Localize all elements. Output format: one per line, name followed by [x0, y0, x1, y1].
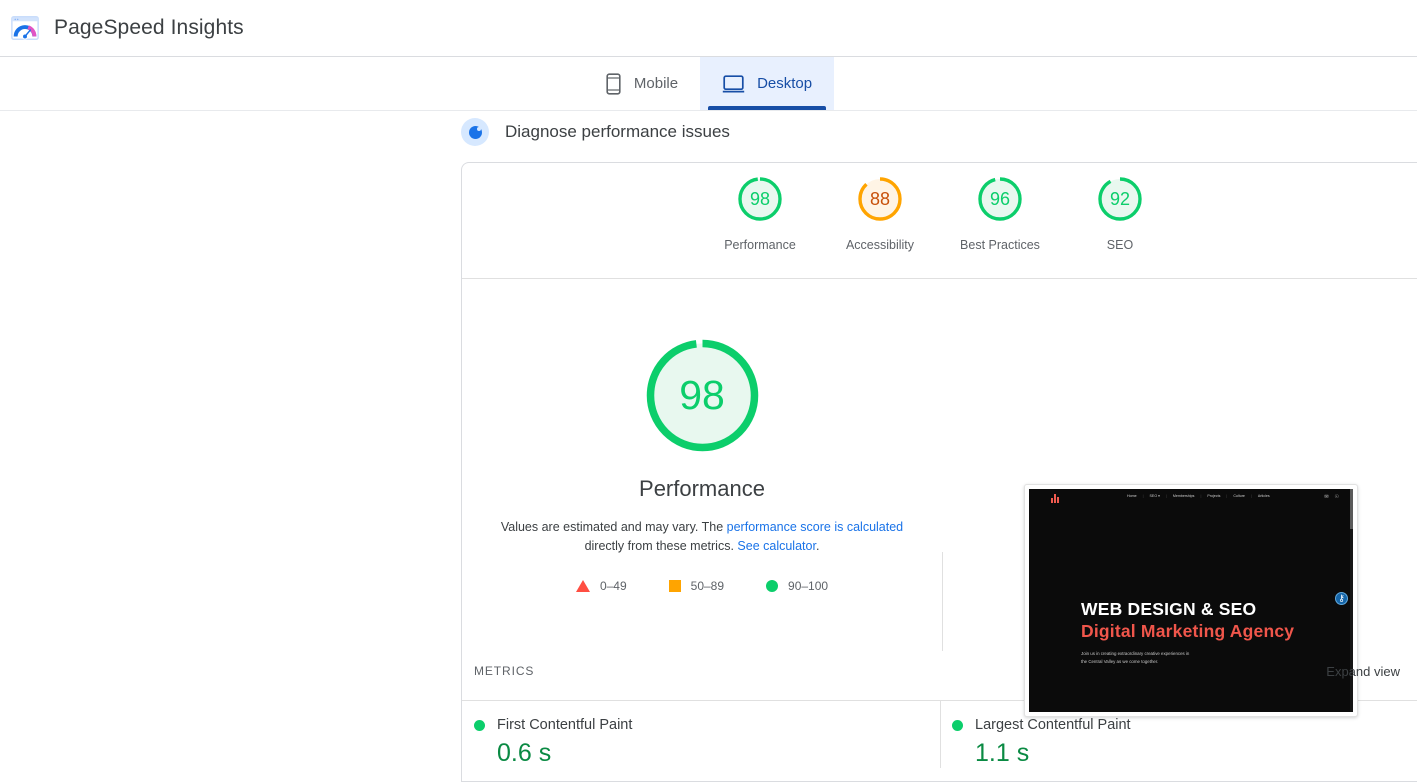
hero-score-label: Performance	[639, 476, 765, 501]
globe-icon: ☉	[1334, 494, 1339, 500]
score-label-performance: Performance	[724, 238, 796, 252]
metrics-grid: First Contentful Paint 0.6 s Largest Con…	[462, 700, 1417, 768]
thumbnail-nav-icons: ✉ ☉	[1324, 494, 1339, 500]
thumbnail-nav-item: Projects	[1207, 494, 1221, 498]
hero-note: Values are estimated and may vary. The p…	[497, 518, 907, 557]
app-title: PageSpeed Insights	[54, 16, 244, 39]
score-gauge-best-practices: 96	[975, 174, 1025, 224]
thumbnail-nav-item: Memberships	[1172, 494, 1195, 498]
metric-value: 0.6 s	[497, 739, 552, 767]
thumbnail-hero-text: WEB DESIGN & SEO Digital Marketing Agenc…	[1081, 599, 1294, 665]
diagnose-label: Diagnose performance issues	[505, 122, 730, 141]
nav-separator: |	[1142, 494, 1144, 498]
tab-desktop[interactable]: Desktop	[700, 57, 835, 110]
metrics-header: METRICS Expand view	[462, 664, 1417, 700]
brand[interactable]: PageSpeed Insights	[0, 13, 244, 43]
nav-separator: |	[1226, 494, 1228, 498]
score-gauge-performance: 98	[735, 174, 785, 224]
mobile-icon	[605, 72, 622, 95]
legend-range-low: 0–49	[599, 578, 627, 593]
tab-mobile-label: Mobile	[633, 75, 679, 92]
diagnose-icon	[461, 118, 489, 146]
score-label-seo: SEO	[1106, 238, 1134, 252]
tab-desktop-label: Desktop	[757, 75, 813, 92]
thumbnail-nav-items: Home | SEO ▾ | Memberships | Projects | …	[1127, 494, 1270, 498]
metrics-title: METRICS	[474, 664, 535, 678]
score-value-seo: 92	[1109, 189, 1131, 209]
thumbnail-nav-item: Home	[1127, 494, 1137, 498]
hero-gauge-block: 98 Performance Values are estimated and …	[462, 279, 942, 593]
performance-hero: 98 Performance Values are estimated and …	[462, 279, 1417, 717]
legend-item-high: 90–100	[766, 579, 828, 593]
app-header: PageSpeed Insights	[0, 0, 1417, 57]
mail-icon: ✉	[1324, 494, 1329, 500]
score-legend: 0–49 50–89 90–100	[575, 578, 828, 593]
site-logo-icon	[1051, 494, 1062, 503]
report-card: 98 Performance 88 Accessibility 96 Best …	[461, 162, 1417, 782]
score-value-best-practices: 96	[989, 189, 1011, 209]
score-gauge-seo: 92	[1095, 174, 1145, 224]
hero-performance-gauge: 98	[642, 335, 763, 456]
hero-note-part3: .	[815, 539, 820, 554]
circle-icon	[766, 579, 779, 592]
score-value-accessibility: 88	[869, 189, 891, 209]
legend-range-high: 90–100	[788, 578, 829, 593]
square-icon	[668, 579, 681, 592]
category-scores: 98 Performance 88 Accessibility 96 Best …	[462, 163, 1417, 279]
score-performance[interactable]: 98 Performance	[700, 174, 820, 252]
metric-name: Largest Contentful Paint	[975, 717, 1131, 733]
nav-separator: |	[1165, 494, 1167, 498]
status-dot-icon	[474, 719, 485, 731]
metric-name: First Contentful Paint	[497, 717, 633, 733]
score-seo[interactable]: 92 SEO	[1060, 174, 1180, 252]
hero-divider	[942, 552, 943, 651]
thumbnail-headline: WEB DESIGN & SEO	[1081, 599, 1257, 619]
tab-mobile[interactable]: Mobile	[583, 57, 700, 110]
desktop-icon	[722, 74, 745, 94]
thumbnail-subheadline: Digital Marketing Agency	[1081, 621, 1295, 642]
pagespeed-logo-icon	[10, 13, 40, 43]
legend-item-low: 0–49	[575, 578, 627, 593]
hero-score-value: 98	[679, 372, 725, 418]
hero-note-part1: Values are estimated and may vary. The	[500, 520, 727, 534]
hero-note-part2: directly from these metrics.	[584, 539, 738, 554]
score-accessibility[interactable]: 88 Accessibility	[820, 174, 940, 252]
metric-first-contentful-paint[interactable]: First Contentful Paint 0.6 s	[462, 701, 940, 768]
see-calculator-link[interactable]: See calculator	[737, 539, 816, 553]
metric-largest-contentful-paint[interactable]: Largest Contentful Paint 1.1 s	[940, 701, 1417, 768]
score-label-accessibility: Accessibility	[845, 238, 915, 252]
score-label-best-practices: Best Practices	[960, 238, 1040, 252]
thumbnail-nav-item: SEO ▾	[1149, 494, 1160, 498]
device-tabs: Mobile Desktop	[0, 57, 1417, 111]
metric-value: 1.1 s	[975, 739, 1030, 767]
thumbnail-paragraph: Join us in creating extraordinary creati…	[1081, 650, 1294, 665]
performance-score-link[interactable]: performance score is calculated	[727, 520, 903, 534]
thumbnail-nav-item: Articles	[1257, 494, 1270, 498]
expand-view-button[interactable]: Expand view	[1326, 664, 1400, 679]
score-gauge-accessibility: 88	[855, 174, 905, 224]
thumbnail-paragraph-line: Join us in creating extraordinary creati…	[1081, 651, 1190, 657]
legend-item-mid: 50–89	[668, 578, 725, 593]
diagnose-row[interactable]: Diagnose performance issues	[461, 118, 730, 146]
triangle-icon	[575, 579, 590, 592]
status-dot-icon	[952, 719, 963, 731]
score-value-performance: 98	[749, 189, 771, 209]
nav-separator: |	[1200, 494, 1202, 498]
accessibility-icon: ⚷	[1335, 592, 1348, 605]
legend-range-mid: 50–89	[690, 578, 725, 593]
thumbnail-nav-item: Culture	[1233, 494, 1245, 498]
thumbnail-site-nav: Home | SEO ▾ | Memberships | Projects | …	[1029, 489, 1353, 509]
score-best-practices[interactable]: 96 Best Practices	[940, 174, 1060, 252]
nav-separator: |	[1250, 494, 1252, 498]
